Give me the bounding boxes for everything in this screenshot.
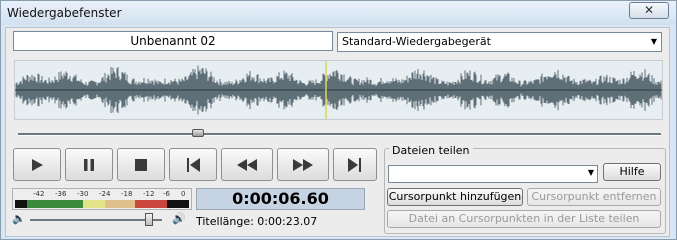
pause-icon xyxy=(84,158,94,171)
skip-to-end-icon xyxy=(348,157,361,172)
playback-window: Wiedergabefenster ✕ Unbenannt 02 Standar… xyxy=(0,0,677,240)
play-button[interactable] xyxy=(13,148,61,181)
meter-segment-green xyxy=(27,200,83,208)
skip-to-end-button[interactable] xyxy=(333,148,377,181)
close-button[interactable]: ✕ xyxy=(629,2,669,19)
chevron-down-icon: ▼ xyxy=(587,168,594,177)
meter-label: -18 xyxy=(121,190,133,198)
meter-segment xyxy=(15,200,27,208)
play-icon xyxy=(32,158,43,171)
fast-forward-icon xyxy=(293,158,313,171)
current-time-display: 0:00:06.60 xyxy=(196,188,365,210)
rewind-button[interactable] xyxy=(221,148,273,181)
fast-forward-button[interactable] xyxy=(277,148,329,181)
volume-control: 🔈 🔊 xyxy=(12,212,192,228)
level-meter: -42 -36 -30 -24 -18 -12 -6 0 xyxy=(12,188,192,210)
meter-label: -36 xyxy=(55,190,67,198)
chevron-down-icon: ▼ xyxy=(650,37,657,46)
skip-to-start-button[interactable] xyxy=(169,148,217,181)
close-icon: ✕ xyxy=(643,3,655,17)
split-files-group-label: Dateien teilen xyxy=(389,144,473,157)
window-title: Wiedergabefenster xyxy=(7,6,122,20)
meter-segment-orange xyxy=(105,200,135,208)
volume-slider-thumb[interactable] xyxy=(144,213,153,226)
waveform-graphic xyxy=(15,61,662,119)
help-button[interactable]: Hilfe xyxy=(603,163,661,181)
add-cursor-point-button[interactable]: Cursorpunkt hinzufügen xyxy=(387,188,523,206)
speaker-high-icon: 🔊 xyxy=(172,212,186,225)
stop-icon xyxy=(135,158,147,171)
meter-label: -42 xyxy=(33,190,45,198)
meter-label: -6 xyxy=(163,190,170,198)
meter-label: 0 xyxy=(181,190,186,198)
meter-label: -30 xyxy=(77,190,89,198)
meter-label: -12 xyxy=(143,190,155,198)
meter-segment-yellow xyxy=(83,200,105,208)
volume-slider-track[interactable] xyxy=(30,219,162,221)
meter-segment-red xyxy=(135,200,167,208)
split-at-cursor-points-button[interactable]: Datei an Cursorpunkten in der Liste teil… xyxy=(387,210,661,228)
meter-bar xyxy=(15,200,189,208)
pause-button[interactable] xyxy=(65,148,113,181)
device-select[interactable]: Standard-Wiedergabegerät ▼ xyxy=(337,32,662,52)
skip-to-start-icon xyxy=(187,157,200,172)
rewind-icon xyxy=(237,158,257,171)
meter-label: -24 xyxy=(99,190,111,198)
position-slider-thumb[interactable] xyxy=(192,129,205,137)
title-bar: Wiedergabefenster ✕ xyxy=(1,1,676,25)
device-select-value: Standard-Wiedergabegerät xyxy=(342,35,491,48)
waveform-display[interactable] xyxy=(14,60,663,120)
client-area: Unbenannt 02 Standard-Wiedergabegerät ▼ xyxy=(5,27,670,237)
remove-cursor-point-button[interactable]: Cursorpunkt entfernen xyxy=(527,188,661,206)
file-name-field[interactable]: Unbenannt 02 xyxy=(13,31,333,51)
cursor-point-select[interactable]: ▼ xyxy=(388,165,598,183)
title-length-label: Titellänge: 0:00:23.07 xyxy=(196,215,318,228)
speaker-low-icon: 🔈 xyxy=(12,212,26,225)
stop-button[interactable] xyxy=(117,148,165,181)
position-slider-track[interactable] xyxy=(18,133,661,136)
meter-segment xyxy=(167,200,189,208)
